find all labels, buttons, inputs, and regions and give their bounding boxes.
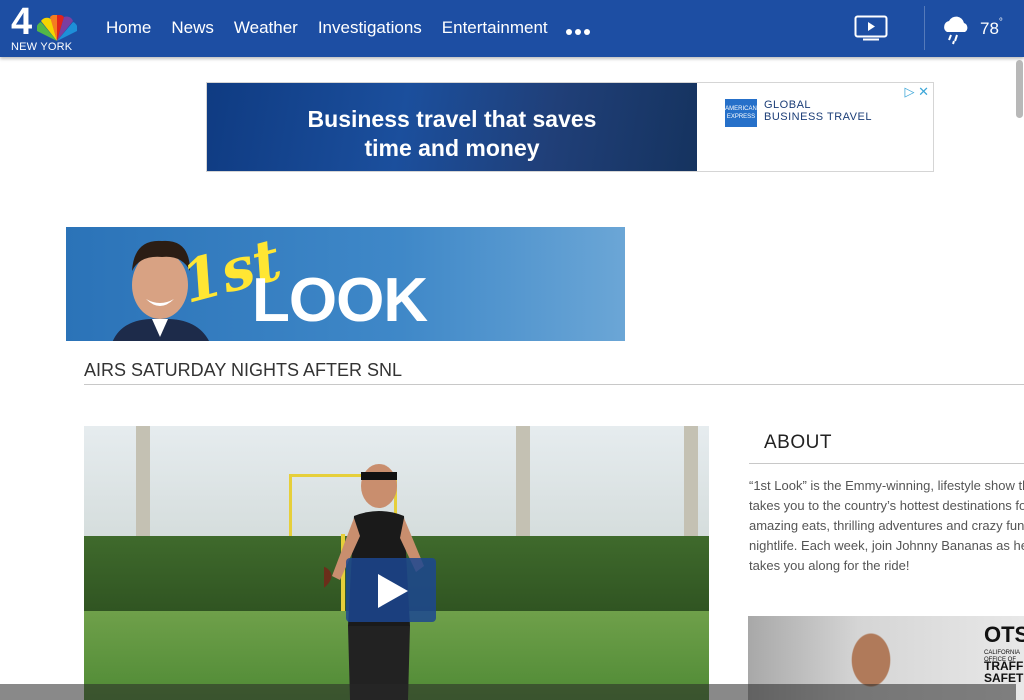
nav-home[interactable]: Home	[106, 18, 151, 38]
airs-caption: AIRS SATURDAY NIGHTS AFTER SNL	[84, 360, 403, 380]
rain-cloud-icon[interactable]	[940, 14, 972, 46]
nbc4-logo[interactable]: 4 NEW YORK	[11, 1, 81, 53]
close-icon[interactable]: ✕	[918, 84, 929, 99]
video-palm	[516, 426, 530, 551]
logo-city: NEW YORK	[11, 41, 73, 53]
video-player[interactable]	[84, 426, 709, 700]
section-divider	[84, 384, 1024, 385]
nav-news[interactable]: News	[171, 18, 214, 38]
ad-brand: GLOBAL BUSINESS TRAVEL	[764, 99, 872, 123]
header-divider	[924, 6, 925, 50]
about-text: “1st Look” is the Emmy-winning, lifestyl…	[749, 478, 1024, 573]
side-ad-brand: OTS	[984, 622, 1024, 647]
peacock-icon	[37, 15, 77, 41]
show-banner: 1st LOOK	[66, 227, 625, 341]
video-play-button[interactable]	[346, 558, 436, 622]
scrollbar[interactable]	[1016, 60, 1023, 118]
banner-look: LOOK	[252, 266, 428, 335]
main-nav: Home News Weather Investigations Enterta…	[106, 18, 548, 38]
nav-investigations[interactable]: Investigations	[318, 18, 422, 38]
adchoices-icon[interactable]: ▷	[904, 84, 914, 99]
side-ad-traffic: TRAFF SAFET	[984, 659, 1024, 685]
nav-entertainment[interactable]: Entertainment	[442, 18, 548, 38]
play-icon	[378, 574, 408, 608]
temperature[interactable]: 78°	[980, 17, 1003, 39]
tv-play-icon[interactable]	[854, 15, 888, 41]
about-title: ABOUT	[764, 432, 832, 453]
ad-controls[interactable]: ▷ ✕	[904, 84, 929, 100]
about-divider	[749, 463, 1024, 464]
more-dots-icon[interactable]	[566, 29, 590, 35]
amex-logo: AMERICAN EXPRESS	[725, 99, 757, 127]
ad-headline: Business travel that saves time and mone…	[307, 106, 597, 161]
nav-weather[interactable]: Weather	[234, 18, 298, 38]
logo-number: 4	[11, 1, 33, 43]
top-navigation-bar: 4 NEW YORK Home News Weather Investigati…	[0, 0, 1024, 57]
bottom-overlay-bar	[0, 684, 1016, 700]
top-ad-banner[interactable]: Business travel that saves time and mone…	[206, 82, 934, 172]
